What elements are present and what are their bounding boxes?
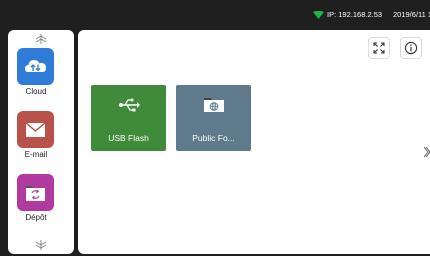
sidebar-item-cloud[interactable]: Cloud xyxy=(8,48,74,108)
email-app-tile[interactable] xyxy=(17,111,54,148)
usb-icon xyxy=(119,98,140,112)
folder-label: Public Fo... xyxy=(192,133,235,143)
side-panel-handle-icon[interactable] xyxy=(424,146,430,158)
sidebar-item-label: Cloud xyxy=(25,87,47,96)
wifi-icon xyxy=(313,11,324,19)
ip-address: IP: 192.168.2.53 xyxy=(327,10,383,19)
depot-app-tile[interactable] xyxy=(17,174,54,211)
public-folder-tile[interactable]: Public Fo... xyxy=(176,85,251,151)
expand-button[interactable] xyxy=(368,37,390,59)
info-button[interactable] xyxy=(400,37,422,59)
scroll-down-icon[interactable] xyxy=(34,240,48,250)
info-icon xyxy=(404,41,418,55)
status-bar: IP: 192.168.2.53 2019/6/11 17 xyxy=(0,0,430,30)
folder-label: USB Flash xyxy=(108,133,149,143)
usb-flash-tile[interactable]: USB Flash xyxy=(91,85,166,151)
main-panel: USB Flash Public Fo... xyxy=(78,30,430,254)
expand-icon xyxy=(373,42,385,54)
date-time: 2019/6/11 17 xyxy=(393,10,430,19)
cloud-sync-icon xyxy=(25,60,46,72)
sidebar-item-email[interactable]: E-mail xyxy=(8,111,74,171)
sidebar-item-depot[interactable]: Dépôt xyxy=(8,174,74,234)
network-folder-icon xyxy=(204,98,224,112)
sidebar-item-label: Dépôt xyxy=(25,213,47,222)
app-sidebar: Cloud E-mail Dépôt xyxy=(8,30,74,254)
cloud-app-tile[interactable] xyxy=(17,48,54,85)
envelope-icon xyxy=(25,122,46,137)
folder-sync-icon xyxy=(26,186,45,201)
scroll-up-icon[interactable] xyxy=(34,34,48,44)
sidebar-item-label: E-mail xyxy=(24,150,48,159)
